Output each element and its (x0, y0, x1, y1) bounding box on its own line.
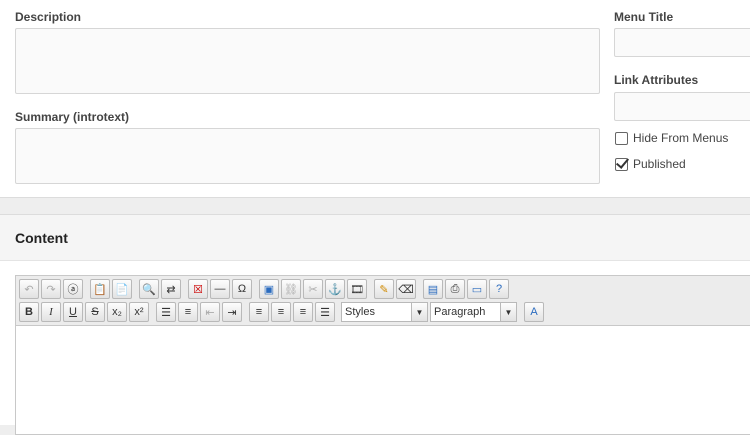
align-left-icon[interactable]: ≡ (249, 302, 269, 322)
chevron-down-icon: ▼ (411, 303, 427, 321)
subscript-icon[interactable]: x₂ (107, 302, 127, 322)
styles-select[interactable]: Styles ▼ (341, 302, 428, 322)
published-option[interactable]: Published (615, 157, 686, 171)
toolbar-row-2: B I U S x₂ x² ☰ ≡ ⇤ ⇥ ≡ ≡ ≡ ☰ Styles ▼ P… (19, 302, 546, 322)
clear-format-icon[interactable]: ☒ (188, 279, 208, 299)
replace-icon[interactable]: ⇄ (161, 279, 181, 299)
menu-title-field[interactable] (614, 28, 750, 57)
outdent-icon[interactable]: ⇤ (200, 302, 220, 322)
description-field[interactable] (15, 28, 600, 94)
link-attributes-label: Link Attributes (614, 73, 699, 87)
template-icon[interactable]: ▤ (423, 279, 443, 299)
align-justify-icon[interactable]: ☰ (315, 302, 335, 322)
content-title: Content (15, 230, 68, 246)
anchor-icon[interactable]: ⚓ (325, 279, 345, 299)
link-icon[interactable]: ⛓ (281, 279, 301, 299)
bullet-list-icon[interactable]: ☰ (156, 302, 176, 322)
find-icon[interactable]: 🔍 (139, 279, 159, 299)
styles-select-value: Styles (345, 306, 375, 318)
bold-icon[interactable]: B (19, 302, 39, 322)
summary-label: Summary (introtext) (15, 110, 130, 124)
form-panel: Description Summary (introtext) Menu Tit… (0, 0, 750, 198)
unlink-icon[interactable]: ✂ (303, 279, 323, 299)
html-source-icon[interactable]: ▭ (467, 279, 487, 299)
rich-text-editor: ↶ ↷ ⓐ 📋 📄 🔍 ⇄ ☒ — Ω ▣ ⛓ ✂ ⚓ 🎞 ✎ ⌫ ▤ ⎙ ▭ (15, 275, 750, 435)
undo-icon[interactable]: ↶ (19, 279, 39, 299)
link-attributes-field[interactable] (614, 92, 750, 121)
help-icon[interactable]: ? (489, 279, 509, 299)
horizontal-rule-icon[interactable]: — (210, 279, 230, 299)
paste-word-icon[interactable]: 📄 (112, 279, 132, 299)
brush-icon[interactable]: ✎ (374, 279, 394, 299)
format-select[interactable]: Paragraph ▼ (430, 302, 517, 322)
editor-toolbar: ↶ ↷ ⓐ 📋 📄 🔍 ⇄ ☒ — Ω ▣ ⛓ ✂ ⚓ 🎞 ✎ ⌫ ▤ ⎙ ▭ (16, 276, 750, 326)
indent-icon[interactable]: ⇥ (222, 302, 242, 322)
paste-icon[interactable]: 📋 (90, 279, 110, 299)
hide-from-menus-label: Hide From Menus (633, 131, 729, 145)
content-header: Content (0, 215, 750, 261)
content-panel: Content ↶ ↷ ⓐ 📋 📄 🔍 ⇄ ☒ — Ω ▣ ⛓ ✂ ⚓ 🎞 ✎ … (0, 214, 750, 435)
select-all-icon[interactable]: ⓐ (63, 279, 83, 299)
menu-title-label: Menu Title (614, 10, 674, 24)
published-label: Published (633, 157, 686, 171)
underline-icon[interactable]: U (63, 302, 83, 322)
media-icon[interactable]: 🎞 (347, 279, 367, 299)
superscript-icon[interactable]: x² (129, 302, 149, 322)
hide-from-menus-checkbox[interactable] (615, 131, 628, 145)
insert-image-icon[interactable]: ▣ (259, 279, 279, 299)
description-label: Description (15, 10, 82, 24)
numbered-list-icon[interactable]: ≡ (178, 302, 198, 322)
hide-from-menus-option[interactable]: Hide From Menus (615, 131, 728, 145)
eraser-icon[interactable]: ⌫ (396, 279, 416, 299)
print-icon[interactable]: ⎙ (445, 279, 465, 299)
toolbar-row-1: ↶ ↷ ⓐ 📋 📄 🔍 ⇄ ☒ — Ω ▣ ⛓ ✂ ⚓ 🎞 ✎ ⌫ ▤ ⎙ ▭ (19, 279, 511, 299)
special-char-icon[interactable]: Ω (232, 279, 252, 299)
align-right-icon[interactable]: ≡ (293, 302, 313, 322)
chevron-down-icon: ▼ (500, 303, 516, 321)
redo-icon[interactable]: ↷ (41, 279, 61, 299)
summary-field[interactable] (15, 128, 600, 184)
format-select-value: Paragraph (434, 306, 486, 318)
spellcheck-icon[interactable]: A (524, 302, 544, 322)
strikethrough-icon[interactable]: S (85, 302, 105, 322)
italic-icon[interactable]: I (41, 302, 61, 322)
align-center-icon[interactable]: ≡ (271, 302, 291, 322)
published-checkbox[interactable] (615, 157, 628, 171)
